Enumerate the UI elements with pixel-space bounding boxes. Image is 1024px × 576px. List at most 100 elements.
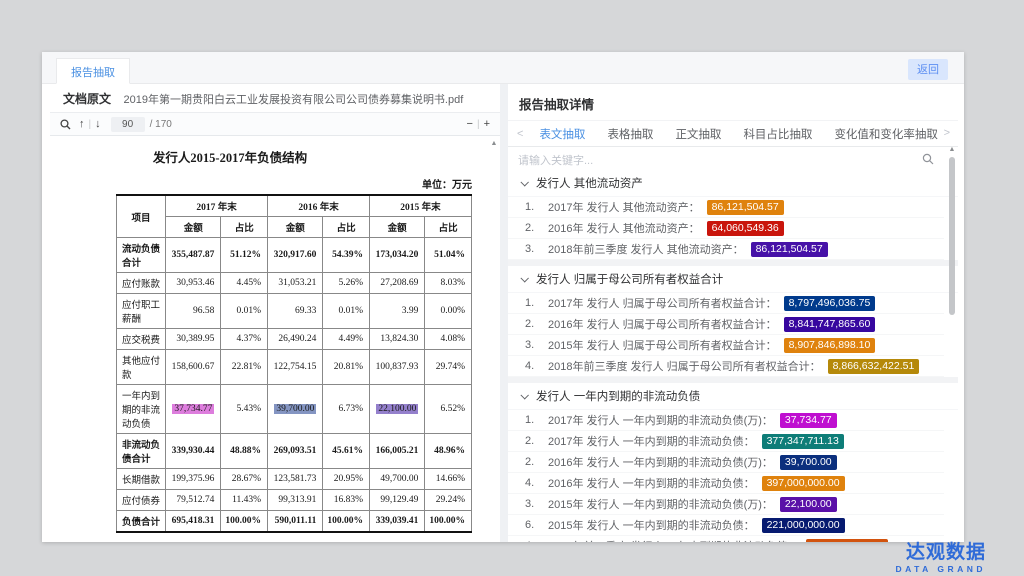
item-number: 4. [525,477,548,489]
list-item[interactable]: 4.2018年前三季度 发行人 归属于母公司所有者权益合计：8,866,632,… [508,356,944,377]
item-label: 2018年前三季度 发行人 一年内到期的非流动负债： [548,538,799,542]
value-badge[interactable]: 8,841,747,865.60 [784,317,876,332]
row-value-cell: 20.95% [323,469,370,490]
row-value-cell: 29.24% [425,490,472,511]
list-item[interactable]: 1.2017年 发行人 一年内到期的非流动负债(万)： 37,734.77 [508,410,944,431]
panel-divider [500,84,508,542]
item-label: 2015年 发行人 一年内到期的非流动负债(万)： [548,496,773,512]
value-badge[interactable]: 37,734.77 [780,413,837,428]
item-number: 3. [525,339,548,351]
table-row: 应交税费30,389.954.37%26,490.244.49%13,824.3… [117,329,472,350]
detail-tab-4[interactable]: 变化值和变化率抽取 [823,126,949,142]
item-number: 1. [525,297,548,309]
item-label: 2017年 发行人 一年内到期的非流动负债(万)： [548,412,773,428]
value-badge[interactable]: 64,060,549.36 [707,221,784,236]
detail-tab-3[interactable]: 科目占比抽取 [732,126,823,142]
row-value-cell: 4.08% [425,329,472,350]
value-badge[interactable]: 22,100.00 [780,497,837,512]
item-number: 1. [525,414,548,426]
detail-tab-2[interactable]: 正文抽取 [664,126,732,142]
right-panel-scrollbar[interactable]: ▲ [948,146,956,538]
pdf-unit-label: 单位：万元 [116,176,472,191]
page-total-label: / 170 [150,119,172,130]
group-title: 发行人 其他流动资产 [536,175,643,191]
list-item[interactable]: 2.2017年 发行人 一年内到期的非流动负债：377,347,711.13 [508,431,944,452]
list-item[interactable]: 2.2016年 发行人 其他流动资产：64,060,549.36 [508,218,944,239]
row-item-label: 负债合计 [117,511,166,533]
brand-logo: 达观数据 DATA GRAND [895,543,986,574]
extraction-detail-panel: 报告抽取详情 < 表文抽取表格抽取正文抽取科目占比抽取变化值和变化率抽取董监高年… [508,84,958,542]
search-icon[interactable] [60,119,71,130]
list-item[interactable]: 4.2018年前三季度 发行人 一年内到期的非流动负债：377,347,711.… [508,536,944,542]
group-header[interactable]: 发行人 归属于母公司所有者权益合计 [508,266,958,293]
list-item[interactable]: 2.2016年 发行人 一年内到期的非流动负债(万)：39,700.00 [508,452,944,473]
list-item[interactable]: 3.2015年 发行人 归属于母公司所有者权益合计： 8,907,846,898.… [508,335,944,356]
highlighted-value[interactable]: 22,100.00 [376,404,418,414]
list-item[interactable]: 6.2015年 发行人 一年内到期的非流动负债：221,000,000.00 [508,515,944,536]
value-badge[interactable]: 8,797,496,036.75 [784,296,876,311]
detail-tab-1[interactable]: 表格抽取 [596,126,664,142]
row-value-cell: 51.12% [221,238,268,273]
page-number-input[interactable] [111,117,145,132]
value-badge[interactable]: 39,700.00 [780,455,837,470]
document-original-label: 文档原文 [63,92,111,106]
value-badge[interactable]: 8,907,846,898.10 [784,338,876,353]
page-up-icon[interactable]: ↑ [79,118,85,130]
row-value-cell: 99,129.49 [370,490,425,511]
value-badge[interactable]: 86,121,504.57 [707,200,784,215]
zoom-in-button[interactable]: + [484,118,490,130]
row-item-label: 应付账款 [117,273,166,294]
row-value-cell: 269,093.51 [268,434,323,469]
item-number: 4. [525,360,548,372]
row-value-cell: 16.83% [323,490,370,511]
item-label: 2015年 发行人 归属于母公司所有者权益合计： [548,337,777,353]
group-header[interactable]: 发行人 一年内到期的非流动负债 [508,383,958,410]
scrollbar-thumb[interactable] [949,157,955,315]
list-item[interactable]: 2.2016年 发行人 归属于母公司所有者权益合计：8,841,747,865.… [508,314,944,335]
back-button[interactable]: 返回 [908,59,948,80]
highlighted-value[interactable]: 39,700.00 [274,404,316,414]
row-value-cell: 49,700.00 [370,469,425,490]
table-row: 非流动负债合计339,930.4448.88%269,093.5145.61%1… [117,434,472,469]
chevron-down-icon [520,274,528,282]
list-item[interactable]: 1.2017年 发行人 归属于母公司所有者权益合计：8,797,496,036.… [508,293,944,314]
row-value-cell: 69.33 [268,294,323,329]
table-row: 负债合计695,418.31100.00%590,011.11100.00%33… [117,511,472,533]
row-value-cell: 339,039.41 [370,511,425,533]
detail-tab-0[interactable]: 表文抽取 [528,126,596,142]
pdf-scroll-up-icon[interactable]: ▲ [489,139,499,149]
row-value-cell: 166,005.21 [370,434,425,469]
tab-report-extraction[interactable]: 报告抽取 [56,58,130,84]
row-value-cell: 3.99 [370,294,425,329]
keyword-search-bar[interactable]: 请输入关键字... [508,147,958,171]
tabs-scroll-right-icon[interactable]: > [939,127,955,139]
row-item-label: 应付职工薪酬 [117,294,166,329]
page-down-icon[interactable]: ↓ [95,118,101,130]
row-value-cell: 26,490.24 [268,329,323,350]
row-value-cell: 123,581.73 [268,469,323,490]
value-badge[interactable]: 377,347,711.13 [806,539,888,543]
group-header[interactable]: 发行人 其他流动资产 [508,170,958,197]
pdf-toolbar: ↑ | ↓ / 170 − | + [50,113,500,136]
value-badge[interactable]: 397,000,000.00 [762,476,845,491]
search-icon[interactable] [922,152,934,170]
value-badge[interactable]: 221,000,000.00 [762,518,845,533]
list-item[interactable]: 4.2016年 发行人 一年内到期的非流动负债：397,000,000.00 [508,473,944,494]
value-badge[interactable]: 8,866,632,422.51 [828,359,920,374]
row-value-cell: 199,375.96 [166,469,221,490]
list-item[interactable]: 1.2017年 发行人 其他流动资产：86,121,504.57 [508,197,944,218]
list-item[interactable]: 3.2015年 发行人 一年内到期的非流动负债(万)：22,100.00 [508,494,944,515]
row-value-cell: 22.81% [221,350,268,385]
row-value-cell: 30,953.46 [166,273,221,294]
item-number: 2. [525,435,548,447]
zoom-out-button[interactable]: − [467,118,473,130]
row-value-cell: 27,208.69 [370,273,425,294]
list-item[interactable]: 3.2018年前三季度 发行人 其他流动资产：86,121,504.57 [508,239,944,260]
row-item-label: 长期借款 [117,469,166,490]
value-badge[interactable]: 86,121,504.57 [751,242,828,257]
tabs-scroll-left-icon[interactable]: < [512,128,528,140]
value-badge[interactable]: 377,347,711.13 [762,434,844,449]
row-value-cell: 31,053.21 [268,273,323,294]
scrollbar-up-icon[interactable]: ▲ [948,146,956,154]
highlighted-value[interactable]: 37,734.77 [172,404,214,414]
